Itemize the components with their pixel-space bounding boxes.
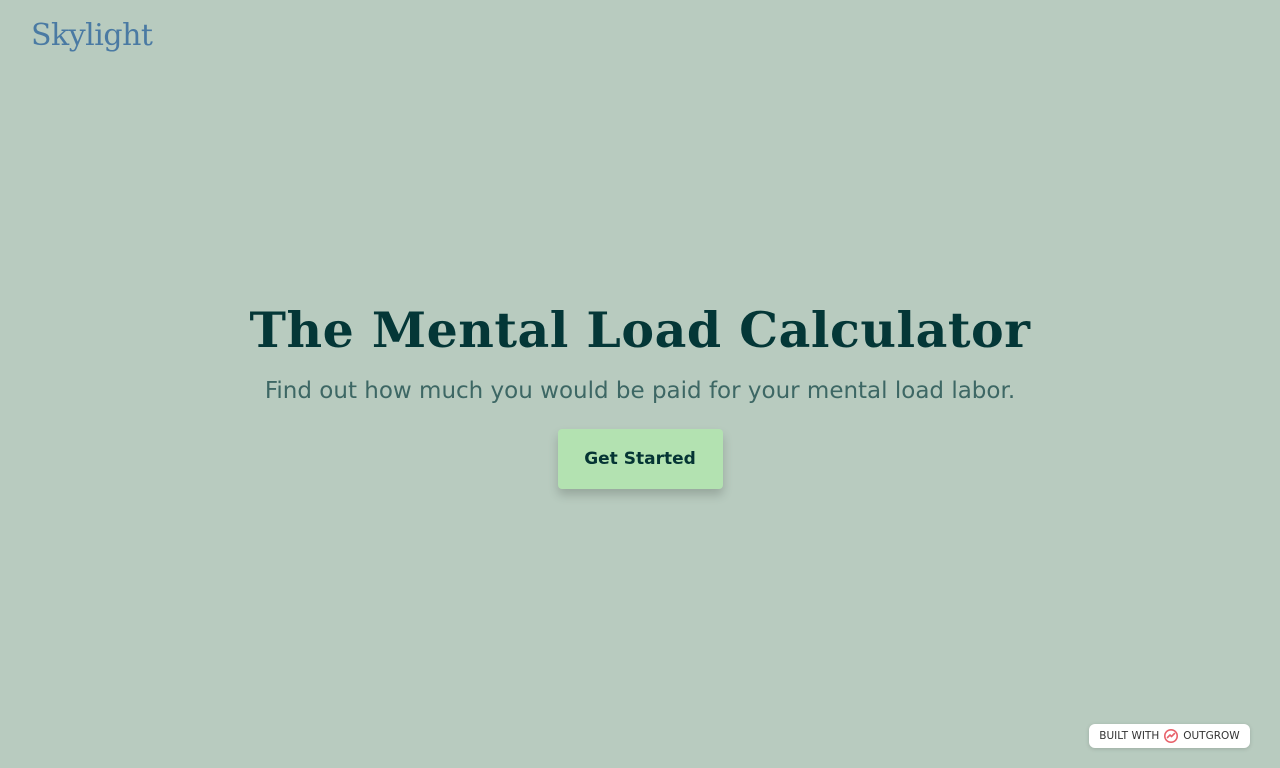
page-subtitle: Find out how much you would be paid for …	[264, 378, 1016, 404]
page-title: The Mental Load Calculator	[249, 301, 1031, 359]
built-with-outgrow-badge[interactable]: BUILT WITH OUTGROW	[1089, 724, 1250, 748]
badge-brand: OUTGROW	[1183, 730, 1240, 742]
outgrow-logo-icon	[1163, 728, 1179, 744]
hero-section: The Mental Load Calculator Find out how …	[0, 298, 1280, 489]
badge-prefix: BUILT WITH	[1099, 730, 1160, 742]
get-started-button[interactable]: Get Started	[557, 429, 723, 489]
skylight-logo[interactable]: Skylight	[31, 16, 153, 56]
